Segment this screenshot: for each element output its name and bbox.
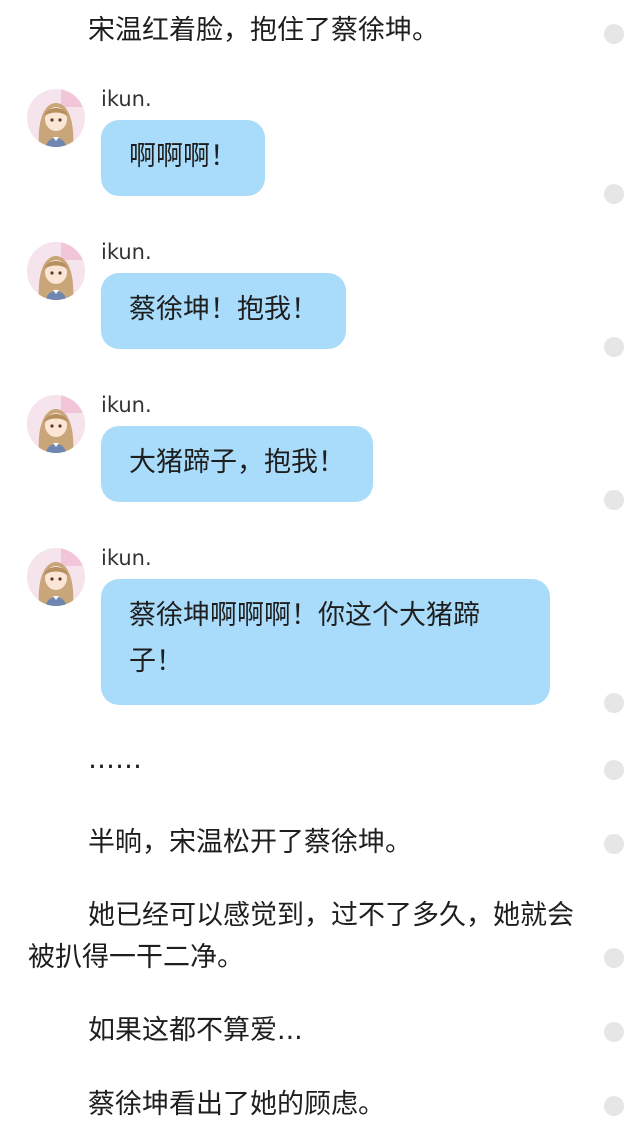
story-paragraph: 宋温红着脸，抱住了蔡徐坤。 — [88, 15, 439, 46]
story-paragraph: 半晌，宋温松开了蔡徐坤。 — [88, 827, 412, 858]
avatar[interactable] — [27, 395, 85, 453]
comment-dot-icon[interactable] — [604, 1096, 624, 1116]
story-paragraph: 蔡徐坤看出了她的顾虑。 — [88, 1089, 385, 1120]
story-ellipsis: …… — [88, 744, 142, 775]
comment-dot-icon[interactable] — [604, 490, 624, 510]
anime-girl-avatar-icon — [27, 89, 85, 147]
comment-dot-icon[interactable] — [604, 24, 624, 44]
story-paragraph: 如果这都不算爱... — [88, 1015, 303, 1046]
chat-username: ikun. — [101, 240, 152, 264]
avatar[interactable] — [27, 242, 85, 300]
comment-dot-icon[interactable] — [604, 184, 624, 204]
chat-username: ikun. — [101, 546, 152, 570]
anime-girl-avatar-icon — [27, 395, 85, 453]
avatar[interactable] — [27, 89, 85, 147]
comment-dot-icon[interactable] — [604, 337, 624, 357]
story-paragraph: 她已经可以感觉到，过不了多久，她就会被扒得一干二净。 — [28, 900, 574, 973]
comment-dot-icon[interactable] — [604, 693, 624, 713]
anime-girl-avatar-icon — [27, 242, 85, 300]
chat-bubble: 蔡徐坤！抱我！ — [101, 273, 346, 349]
chat-bubble: 蔡徐坤啊啊啊！你这个大猪蹄子！ — [101, 579, 550, 705]
comment-dot-icon[interactable] — [604, 948, 624, 968]
chat-bubble: 大猪蹄子，抱我！ — [101, 426, 373, 502]
chat-username: ikun. — [101, 87, 152, 111]
comment-dot-icon[interactable] — [604, 1022, 624, 1042]
chat-username: ikun. — [101, 393, 152, 417]
avatar[interactable] — [27, 548, 85, 606]
comment-dot-icon[interactable] — [604, 760, 624, 780]
comment-dot-icon[interactable] — [604, 834, 624, 854]
chat-bubble: 啊啊啊！ — [101, 120, 265, 196]
anime-girl-avatar-icon — [27, 548, 85, 606]
